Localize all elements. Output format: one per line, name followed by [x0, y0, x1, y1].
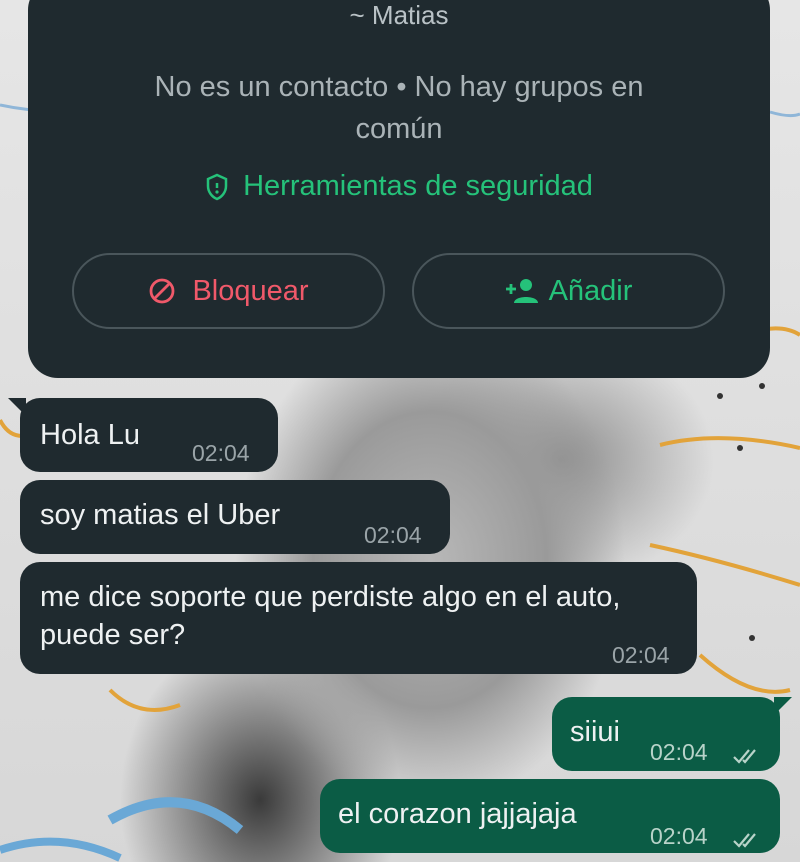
contact-status-text: No es un contacto • No hay grupos en com…: [154, 71, 644, 145]
message-text: me dice soporte que perdiste algo en el …: [40, 581, 621, 651]
message-incoming[interactable]: Hola Lu 02:04: [20, 398, 278, 472]
shield-icon: [205, 173, 229, 201]
message-time: 02:04: [650, 739, 708, 765]
message-outgoing[interactable]: siiui 02:04: [552, 697, 780, 771]
message-text: Hola Lu: [40, 419, 140, 451]
message-time: 02:04: [192, 440, 250, 466]
message-text: el corazon jajjajaja: [338, 798, 577, 830]
message-time: 02:04: [650, 823, 708, 849]
add-contact-button[interactable]: Añadir: [412, 253, 725, 329]
message-incoming[interactable]: soy matias el Uber 02:04: [20, 480, 450, 554]
add-person-icon: [505, 277, 538, 305]
add-button-label: Añadir: [548, 274, 633, 307]
message-outgoing[interactable]: el corazon jajjajaja 02:04: [320, 779, 780, 853]
message-incoming[interactable]: me dice soporte que perdiste algo en el …: [20, 562, 697, 674]
block-button-label: Bloquear: [192, 274, 309, 307]
message-text: siiui: [570, 716, 620, 748]
contact-name: ~ Matias: [349, 0, 449, 30]
message-time: 02:04: [612, 642, 670, 668]
double-check-icon: [732, 737, 762, 764]
block-icon: [148, 277, 176, 305]
contact-info-card: ~ Matias No es un contacto • No hay grup…: [28, 0, 770, 378]
security-tools-label: Herramientas de seguridad: [243, 170, 593, 202]
message-text: soy matias el Uber: [40, 499, 281, 531]
double-check-icon: [732, 821, 762, 848]
block-button[interactable]: Bloquear: [72, 253, 385, 329]
security-tools-link[interactable]: Herramientas de seguridad: [28, 170, 770, 203]
message-time: 02:04: [364, 522, 422, 548]
